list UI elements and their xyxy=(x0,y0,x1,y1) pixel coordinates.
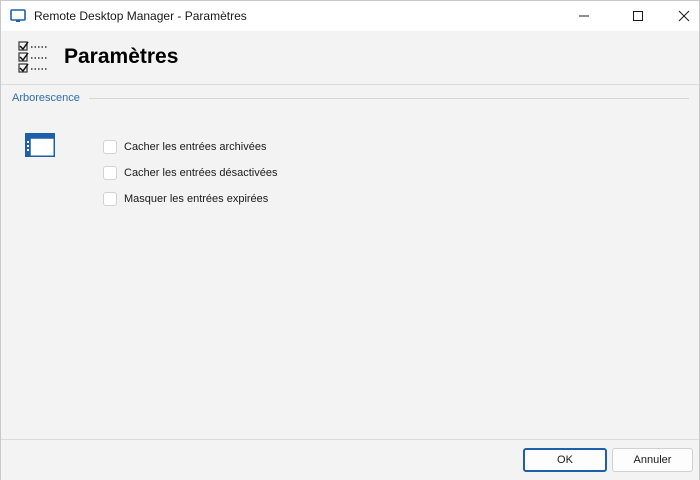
maximize-icon xyxy=(633,11,643,21)
minimize-button[interactable] xyxy=(561,1,607,31)
dialog-footer: OK Annuler xyxy=(1,439,699,480)
hide-expired-checkbox[interactable] xyxy=(103,192,117,206)
settings-checklist-icon xyxy=(18,41,47,73)
option-hide-disabled[interactable]: Cacher les entrées désactivées xyxy=(103,164,277,182)
option-hide-archived[interactable]: Cacher les entrées archivées xyxy=(103,138,266,156)
maximize-button[interactable] xyxy=(615,1,661,31)
title-bar: Remote Desktop Manager - Paramètres xyxy=(1,1,699,31)
close-icon xyxy=(678,10,690,22)
hide-disabled-checkbox[interactable] xyxy=(103,166,117,180)
option-hide-expired[interactable]: Masquer les entrées expirées xyxy=(103,190,268,208)
window-title: Remote Desktop Manager - Paramètres xyxy=(34,9,247,23)
ok-button[interactable]: OK xyxy=(523,448,607,472)
cancel-button[interactable]: Annuler xyxy=(612,448,693,472)
group-title-arborescence: Arborescence xyxy=(12,92,80,104)
remote-desktop-app-icon xyxy=(10,9,26,22)
page-header: Paramètres xyxy=(1,31,699,85)
close-button[interactable] xyxy=(661,1,700,31)
page-title: Paramètres xyxy=(64,45,179,68)
hide-archived-label: Cacher les entrées archivées xyxy=(124,141,267,153)
hide-archived-checkbox[interactable] xyxy=(103,140,117,154)
group-divider xyxy=(89,98,689,99)
tree-view-icon xyxy=(25,133,55,157)
settings-window: Remote Desktop Manager - Paramètres Para… xyxy=(0,0,700,480)
hide-disabled-label: Cacher les entrées désactivées xyxy=(124,167,278,179)
hide-expired-label: Masquer les entrées expirées xyxy=(124,193,269,205)
minimize-icon xyxy=(579,15,589,17)
